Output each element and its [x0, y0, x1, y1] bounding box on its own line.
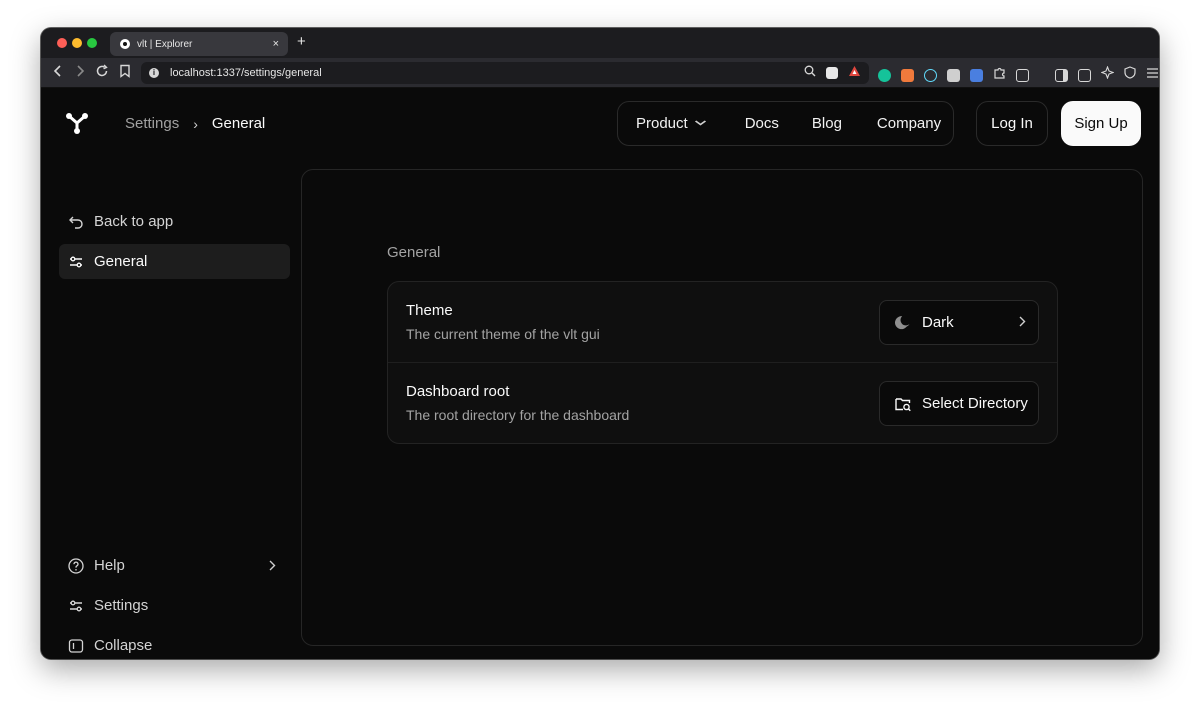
theme-description: The current theme of the vlt gui — [406, 326, 600, 342]
sliders-icon — [68, 598, 84, 614]
favicon-icon — [120, 39, 130, 49]
sidebar-item-general[interactable]: General — [59, 244, 290, 279]
zoom-icon[interactable] — [804, 64, 816, 82]
menu-icon[interactable] — [1146, 66, 1159, 84]
nav-product[interactable]: Product — [636, 115, 707, 132]
vpn-shield-icon[interactable] — [1124, 66, 1136, 84]
extension-icon[interactable] — [947, 68, 960, 82]
breadcrumb-current: General — [211, 115, 266, 132]
dashboard-root-description: The root directory for the dashboard — [406, 407, 630, 423]
top-navigation: Product Docs Blog Company — [617, 101, 954, 146]
settings-panel: General Theme The current theme of the v… — [301, 169, 1143, 646]
folder-search-icon — [894, 395, 912, 413]
settings-card: Theme The current theme of the vlt gui D… — [387, 281, 1058, 444]
sliders-icon — [68, 254, 84, 270]
breadcrumb: Settings › General — [125, 115, 265, 132]
sidebar-item-label: Settings — [94, 597, 149, 614]
nav-blog[interactable]: Blog — [812, 115, 842, 132]
reload-icon[interactable] — [95, 64, 109, 82]
extension-icon[interactable] — [901, 68, 914, 82]
sidebar-item-label: Help — [94, 557, 125, 574]
sidebar-toggle-icon[interactable] — [1055, 68, 1068, 82]
sidebar-item-label: Back to app — [94, 213, 174, 230]
chevron-right-icon — [269, 558, 276, 574]
panel-left-icon — [68, 638, 84, 654]
select-directory-label: Select Directory — [922, 395, 1028, 412]
bookmark-icon[interactable] — [119, 64, 131, 82]
breadcrumb-settings-link[interactable]: Settings — [125, 115, 179, 132]
dashboard-root-title: Dashboard root — [406, 383, 510, 400]
section-title: General — [387, 244, 441, 261]
breadcrumb-separator-icon: › — [193, 115, 198, 132]
sidebar-item-help[interactable]: Help — [59, 548, 290, 583]
nav-company[interactable]: Company — [877, 115, 941, 132]
back-arrow-icon[interactable] — [53, 64, 63, 82]
browser-toolbar: i localhost:1337/settings/general — [41, 58, 1159, 88]
theme-title: Theme — [406, 302, 453, 319]
sidebar-item-collapse[interactable]: Collapse — [59, 628, 290, 659]
leo-ai-icon[interactable] — [1100, 65, 1115, 84]
moon-icon — [894, 314, 912, 332]
minimize-window-button[interactable] — [72, 38, 82, 48]
address-bar[interactable]: i localhost:1337/settings/general — [141, 62, 869, 84]
theme-select-button[interactable]: Dark — [879, 300, 1039, 345]
maximize-window-button[interactable] — [87, 38, 97, 48]
extensions-area — [878, 65, 1159, 84]
reader-mode-icon[interactable] — [1016, 68, 1029, 82]
close-window-button[interactable] — [57, 38, 67, 48]
help-circle-icon — [68, 557, 84, 574]
nav-product-label: Product — [636, 115, 688, 132]
brave-shield-icon[interactable] — [826, 67, 838, 79]
forward-arrow-icon[interactable] — [75, 64, 85, 82]
vlt-logo-icon[interactable] — [65, 111, 89, 135]
page: Settings › General Product Docs Blog Com… — [41, 89, 1159, 659]
url-text[interactable]: localhost:1337/settings/general — [170, 67, 804, 79]
chevron-down-icon — [694, 118, 707, 129]
rewards-icon[interactable] — [848, 64, 861, 82]
site-info-icon[interactable]: i — [149, 68, 159, 78]
sidebar-item-label: Collapse — [94, 637, 153, 654]
tab-title: vlt | Explorer — [137, 38, 193, 50]
sidebar-item-settings[interactable]: Settings — [59, 588, 290, 623]
setting-row-dashboard-root: Dashboard root The root directory for th… — [388, 363, 1057, 444]
theme-value: Dark — [922, 314, 954, 331]
puzzle-icon[interactable] — [993, 66, 1006, 84]
signup-button[interactable]: Sign Up — [1061, 101, 1141, 146]
sidebar-item-back-to-app[interactable]: Back to app — [59, 204, 290, 239]
wallet-icon[interactable] — [1078, 68, 1091, 82]
select-directory-button[interactable]: Select Directory — [879, 381, 1039, 426]
browser-window: vlt | Explorer × + i localhost:1337/sett… — [41, 28, 1159, 659]
tab-strip: vlt | Explorer × + — [41, 28, 1159, 58]
browser-tab[interactable]: vlt | Explorer × — [110, 32, 288, 56]
nav-docs[interactable]: Docs — [745, 115, 779, 132]
new-tab-button[interactable]: + — [297, 33, 306, 50]
login-button[interactable]: Log In — [976, 101, 1048, 146]
react-devtools-icon[interactable] — [924, 68, 937, 82]
chevron-right-icon — [1019, 315, 1026, 330]
tab-close-icon[interactable]: × — [273, 38, 279, 50]
setting-row-theme: Theme The current theme of the vlt gui D… — [388, 282, 1057, 363]
undo-arrow-icon — [68, 214, 84, 230]
sidebar-item-label: General — [94, 253, 148, 270]
grammar-extension-icon[interactable] — [878, 68, 891, 82]
translate-extension-icon[interactable] — [970, 68, 983, 82]
